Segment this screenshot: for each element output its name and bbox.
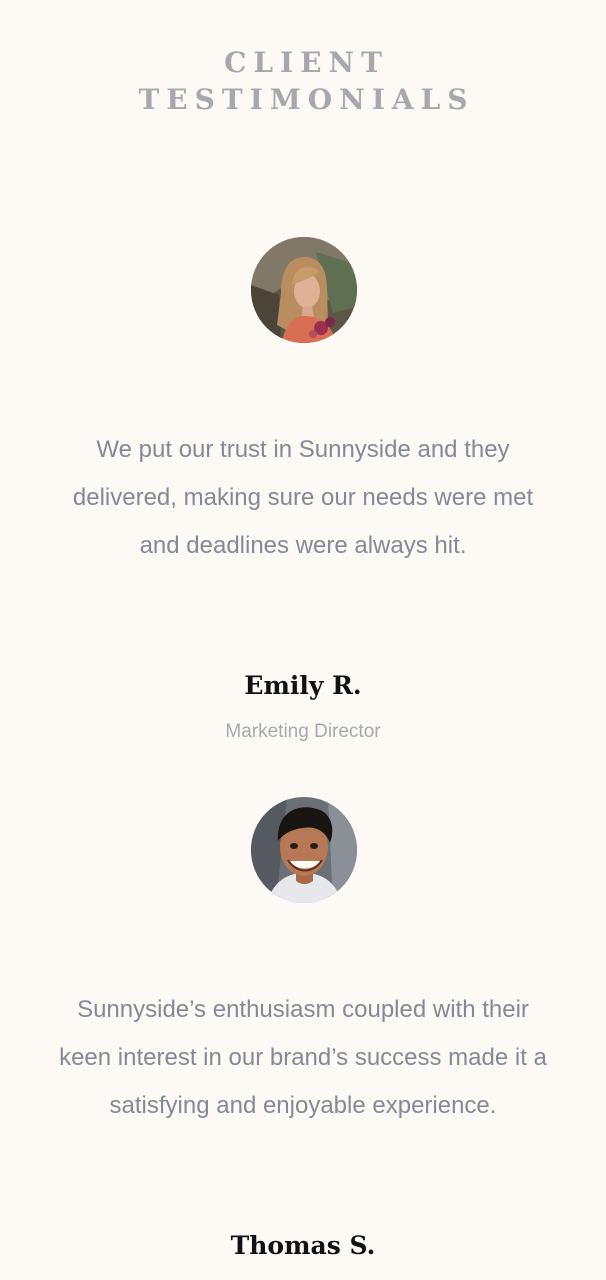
woman-portrait-icon [251,237,357,343]
section-title: CLIENT TESTIMONIALS [0,44,606,118]
testimonial-name-thomas: Thomas S. [230,1231,376,1260]
section-title-line-1: CLIENT [224,46,389,79]
emily-avatar [251,237,357,343]
testimonial-role-emily: Marketing Director [225,721,381,742]
testimonial-quote-emily: We put our trust in Sunnyside and they d… [72,436,534,559]
thomas-avatar [251,797,357,903]
testimonial-name-emily: Emily R. [244,671,362,700]
man-portrait-icon [251,797,357,903]
testimonial-quote-thomas: Sunnyside’s enthusiasm coupled with thei… [59,996,547,1119]
section-title-line-2: TESTIMONIALS [138,83,475,116]
